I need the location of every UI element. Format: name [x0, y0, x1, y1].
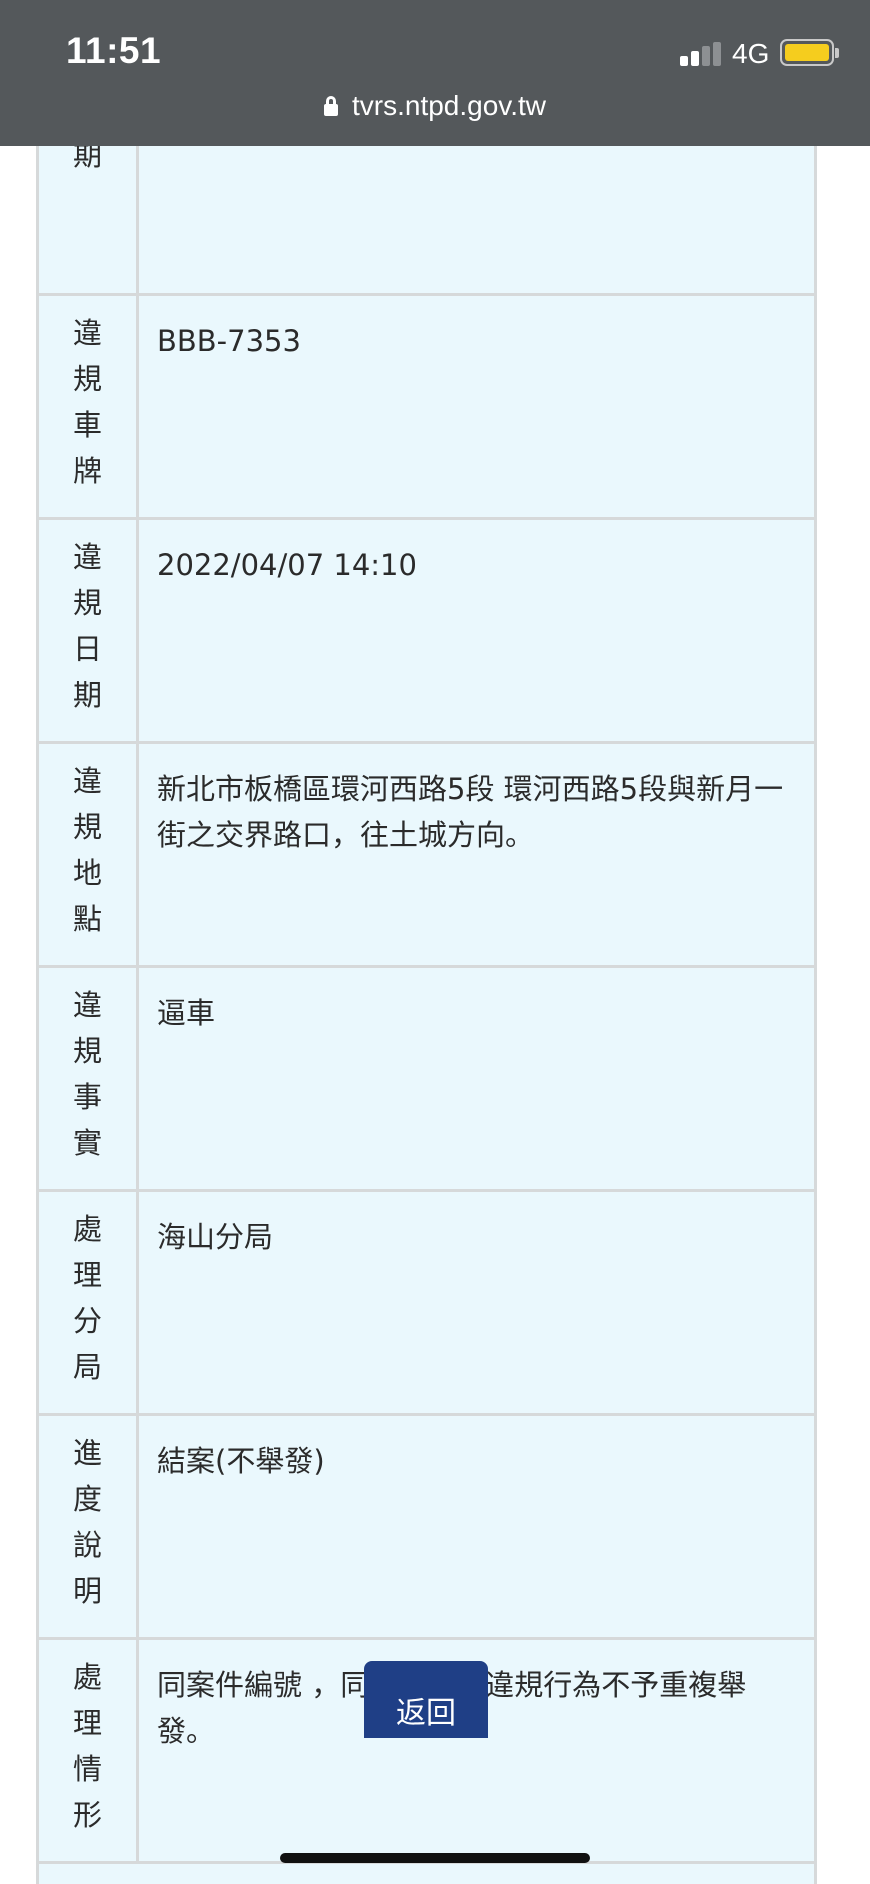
- row-label-char: 明: [72, 1574, 102, 1608]
- row-label-char: 違: [72, 540, 102, 574]
- row-label-char: 實: [72, 1126, 102, 1160]
- row-label-char: 違: [72, 316, 102, 350]
- row-label: 違規地點: [36, 741, 139, 968]
- case-detail-table: 日期違規車牌BBB-7353違規日期2022/04/07 14:10違規地點新北…: [36, 146, 817, 1864]
- row-value: 2022/04/07 14:10: [136, 517, 817, 744]
- row-label-char: 規: [72, 586, 102, 620]
- row-label-char: 分: [72, 1304, 102, 1338]
- status-bar: 11:51 4G tvrs.ntpd.gov.tw: [0, 0, 870, 146]
- home-indicator[interactable]: [280, 1853, 590, 1863]
- row-label-char: 違: [72, 764, 102, 798]
- row-label-char: 規: [72, 810, 102, 844]
- row-label-char: 處: [72, 1660, 102, 1694]
- row-label-char: 理: [72, 1258, 102, 1292]
- row-label-char: 進: [72, 1436, 102, 1470]
- row-value: 新北市板橋區環河西路5段 環河西路5段與新月一街之交界路口，往土城方向。: [136, 741, 817, 968]
- row-label: 進度說明: [36, 1413, 139, 1640]
- row-label-char: 期: [72, 146, 102, 172]
- lock-icon: [323, 96, 338, 116]
- row-value: BBB-7353: [136, 293, 817, 520]
- row-label: 日期: [36, 146, 139, 296]
- row-label-char: 處: [72, 1212, 102, 1246]
- row-label-char: 期: [72, 678, 102, 712]
- row-label: 違規車牌: [36, 293, 139, 520]
- row-label: 違規日期: [36, 517, 139, 744]
- row-label: 違規事實: [36, 965, 139, 1192]
- row-value: 結案(不舉發): [136, 1413, 817, 1640]
- network-type: 4G: [732, 38, 770, 69]
- table-row: 處理分局海山分局: [36, 1189, 817, 1416]
- table-row: 違規事實逼車: [36, 965, 817, 1192]
- url-text: tvrs.ntpd.gov.tw: [351, 90, 546, 121]
- status-time: 11:51: [66, 30, 162, 71]
- row-label-char: 車: [72, 408, 102, 442]
- table-row: 違規日期 2022/04/07 14:10: [36, 517, 817, 744]
- row-value: 逼車: [136, 965, 817, 1192]
- row-label-char: 情: [72, 1752, 102, 1786]
- row-label-char: 規: [72, 1034, 102, 1068]
- row-label-char: 局: [72, 1350, 102, 1384]
- row-label-char: 點: [72, 902, 102, 936]
- signal-icon: [680, 42, 722, 66]
- row-value: [136, 146, 817, 296]
- row-label-char: 牌: [72, 454, 102, 488]
- row-label-char: 理: [72, 1706, 102, 1740]
- row-label: 處理分局: [36, 1189, 139, 1416]
- row-label-char: 說: [72, 1528, 102, 1562]
- row-label-char: 日: [72, 632, 102, 666]
- table-row: 進度說明結案(不舉發): [36, 1413, 817, 1640]
- row-label-char: 規: [72, 362, 102, 396]
- row-label-char: 違: [72, 988, 102, 1022]
- address-bar[interactable]: tvrs.ntpd.gov.tw: [0, 90, 870, 122]
- footer-row: [36, 1789, 817, 1884]
- row-label-char: 度: [72, 1482, 102, 1516]
- case-detail-panel: 日期違規車牌BBB-7353違規日期2022/04/07 14:10違規地點新北…: [36, 146, 817, 1884]
- table-row: 違規地點新北市板橋區環河西路5段 環河西路5段與新月一街之交界路口，往土城方向。: [36, 741, 817, 968]
- table-row: 日期: [36, 146, 817, 296]
- row-label-char: 事: [72, 1080, 102, 1114]
- back-button[interactable]: 返回: [364, 1661, 488, 1738]
- row-label-char: 地: [72, 856, 102, 890]
- battery-icon: [780, 39, 839, 66]
- table-row: 違規車牌 BBB-7353: [36, 293, 817, 520]
- row-value: 海山分局: [136, 1189, 817, 1416]
